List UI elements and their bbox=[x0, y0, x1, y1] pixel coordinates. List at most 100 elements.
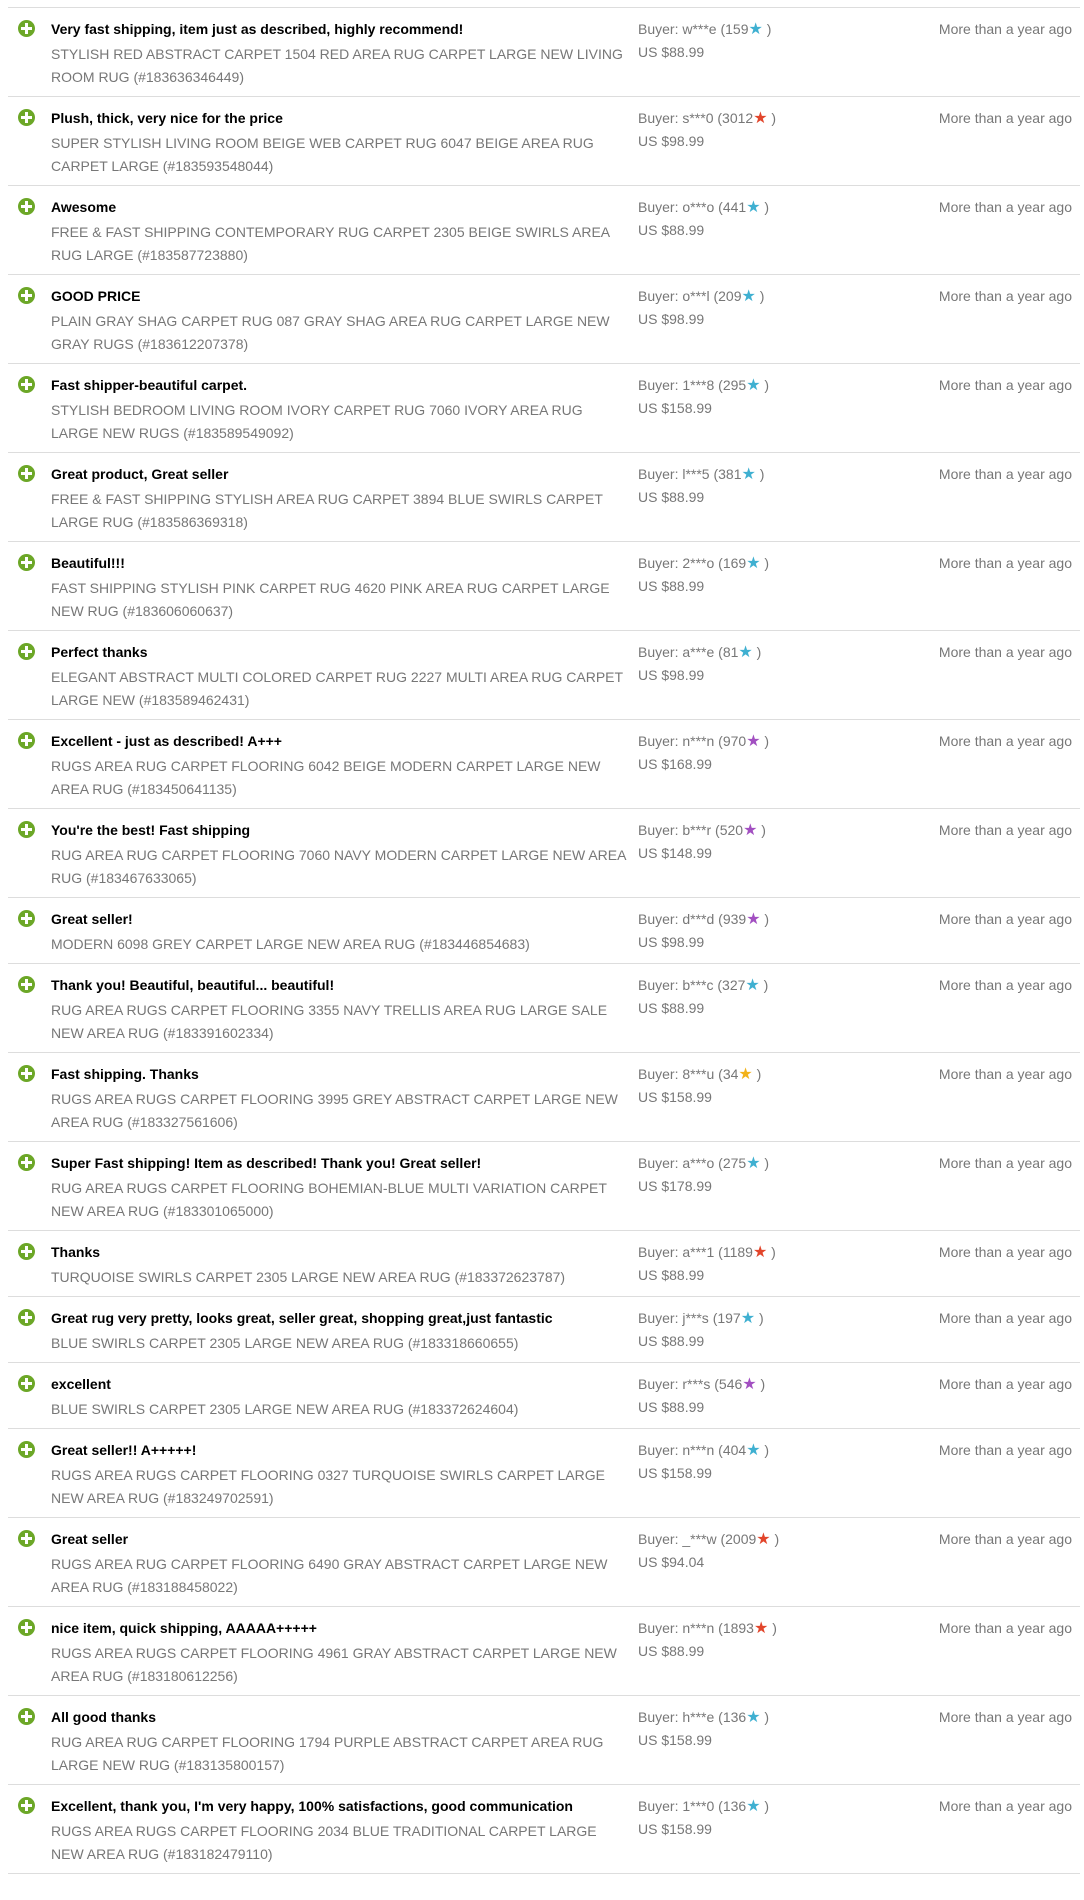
buyer-info[interactable]: Buyer: l***5 (381★ ) bbox=[638, 465, 764, 483]
buyer-close-paren: ) bbox=[761, 822, 766, 838]
buyer-name[interactable]: Buyer: j***s (197 bbox=[638, 1310, 741, 1326]
buyer-name[interactable]: Buyer: b***c (327 bbox=[638, 977, 745, 993]
buyer-name[interactable]: Buyer: a***e (81 bbox=[638, 644, 738, 660]
feedback-comment: excellent bbox=[51, 1376, 111, 1392]
item-title-link[interactable]: RUGS AREA RUGS CARPET FLOORING 3995 GREY… bbox=[51, 1088, 631, 1134]
buyer-close-paren: ) bbox=[759, 288, 765, 304]
buyer-name[interactable]: Buyer: 1***0 (136 bbox=[638, 1798, 746, 1814]
buyer-name[interactable]: Buyer: l***5 (381 bbox=[638, 466, 742, 482]
item-title-link[interactable]: RUGS AREA RUGS CARPET FLOORING 0327 TURQ… bbox=[51, 1464, 631, 1510]
buyer-name[interactable]: Buyer: _***w (2009 bbox=[638, 1531, 756, 1547]
buyer-info[interactable]: Buyer: b***c (327★ ) bbox=[638, 976, 768, 994]
buyer-name[interactable]: Buyer: d***d (939 bbox=[638, 911, 746, 927]
item-title-link[interactable]: RUGS AREA RUG CARPET FLOORING 6042 BEIGE… bbox=[51, 755, 631, 801]
buyer-info[interactable]: Buyer: 1***0 (136★ ) bbox=[638, 1797, 769, 1815]
buyer-close-paren: ) bbox=[764, 377, 770, 393]
star-icon: ★ bbox=[746, 555, 761, 572]
item-title-link[interactable]: RUG AREA RUG CARPET FLOORING 1794 PURPLE… bbox=[51, 1731, 631, 1777]
buyer-name[interactable]: Buyer: w***e (159 bbox=[638, 21, 749, 37]
buyer-info[interactable]: Buyer: w***e (159★ ) bbox=[638, 20, 771, 38]
buyer-info[interactable]: Buyer: 8***u (34★ ) bbox=[638, 1065, 761, 1083]
buyer-name[interactable]: Buyer: 8***u (34 bbox=[638, 1066, 738, 1082]
item-title-link[interactable]: RUG AREA RUGS CARPET FLOORING 3355 NAVY … bbox=[51, 999, 631, 1045]
buyer-info[interactable]: Buyer: a***o (275★ ) bbox=[638, 1154, 769, 1172]
positive-feedback-icon bbox=[18, 20, 35, 37]
buyer-info[interactable]: Buyer: r***s (546★ ) bbox=[638, 1375, 765, 1393]
buyer-name[interactable]: Buyer: r***s (546 bbox=[638, 1376, 742, 1392]
buyer-close-paren: ) bbox=[759, 466, 765, 482]
item-price: US $94.04 bbox=[638, 1554, 705, 1570]
buyer-info[interactable]: Buyer: n***n (1893★ ) bbox=[638, 1619, 777, 1637]
item-title-link[interactable]: FREE & FAST SHIPPING CONTEMPORARY RUG CA… bbox=[51, 221, 631, 267]
item-title-link[interactable]: TURQUOISE SWIRLS CARPET 2305 LARGE NEW A… bbox=[51, 1266, 631, 1289]
buyer-info[interactable]: Buyer: d***d (939★ ) bbox=[638, 910, 769, 928]
item-price: US $98.99 bbox=[638, 311, 705, 327]
feedback-time: More than a year ago bbox=[938, 110, 1072, 126]
item-title-link[interactable]: RUGS AREA RUGS CARPET FLOORING 4961 GRAY… bbox=[51, 1642, 631, 1688]
buyer-name[interactable]: Buyer: b***r (520 bbox=[638, 822, 743, 838]
feedback-comment: You're the best! Fast shipping bbox=[51, 822, 251, 838]
buyer-info[interactable]: Buyer: a***e (81★ ) bbox=[638, 643, 761, 661]
item-title-link[interactable]: RUGS AREA RUGS CARPET FLOORING 2034 BLUE… bbox=[51, 1820, 631, 1866]
buyer-close-paren: ) bbox=[764, 555, 770, 571]
buyer-name[interactable]: Buyer: o***l (209 bbox=[638, 288, 742, 304]
buyer-name[interactable]: Buyer: a***1 (1189 bbox=[638, 1244, 753, 1260]
item-title-link[interactable]: RUG AREA RUGS CARPET FLOORING BOHEMIAN-B… bbox=[51, 1177, 631, 1223]
positive-feedback-icon bbox=[18, 1375, 35, 1392]
feedback-time: More than a year ago bbox=[938, 977, 1072, 993]
positive-feedback-icon bbox=[18, 1441, 35, 1458]
buyer-name[interactable]: Buyer: s***0 (3012 bbox=[638, 110, 753, 126]
buyer-info[interactable]: Buyer: _***w (2009★ ) bbox=[638, 1530, 779, 1548]
star-icon: ★ bbox=[738, 1066, 753, 1083]
item-title-link[interactable]: SUPER STYLISH LIVING ROOM BEIGE WEB CARP… bbox=[51, 132, 631, 178]
buyer-info[interactable]: Buyer: s***0 (3012★ ) bbox=[638, 109, 776, 127]
item-title-link[interactable]: ELEGANT ABSTRACT MULTI COLORED CARPET RU… bbox=[51, 666, 631, 712]
buyer-name[interactable]: Buyer: 1***8 (295 bbox=[638, 377, 746, 393]
feedback-comment: Fast shipping. Thanks bbox=[51, 1066, 199, 1082]
buyer-name[interactable]: Buyer: n***n (404 bbox=[638, 1442, 746, 1458]
feedback-comment: Great seller bbox=[51, 1531, 129, 1547]
buyer-info[interactable]: Buyer: h***e (136★ ) bbox=[638, 1708, 769, 1726]
feedback-comment: Great rug very pretty, looks great, sell… bbox=[51, 1310, 553, 1326]
star-icon: ★ bbox=[748, 21, 763, 38]
item-title-link[interactable]: STYLISH BEDROOM LIVING ROOM IVORY CARPET… bbox=[51, 399, 631, 445]
positive-feedback-icon bbox=[18, 554, 35, 571]
buyer-name[interactable]: Buyer: n***n (970 bbox=[638, 733, 746, 749]
star-icon: ★ bbox=[753, 110, 768, 127]
buyer-info[interactable]: Buyer: n***n (970★ ) bbox=[638, 732, 769, 750]
feedback-row: excellent BLUE SWIRLS CARPET 2305 LARGE N… bbox=[8, 1363, 1080, 1429]
buyer-name[interactable]: Buyer: n***n (1893 bbox=[638, 1620, 754, 1636]
item-title-link[interactable]: FAST SHIPPING STYLISH PINK CARPET RUG 46… bbox=[51, 577, 631, 623]
positive-feedback-icon bbox=[18, 1154, 35, 1171]
feedback-row: Great product, Great seller FREE & FAST S… bbox=[8, 453, 1080, 542]
item-price: US $158.99 bbox=[638, 1089, 712, 1105]
feedback-time: More than a year ago bbox=[938, 1531, 1072, 1547]
item-title-link[interactable]: PLAIN GRAY SHAG CARPET RUG 087 GRAY SHAG… bbox=[51, 310, 631, 356]
star-icon: ★ bbox=[746, 911, 761, 928]
buyer-info[interactable]: Buyer: j***s (197★ ) bbox=[638, 1309, 764, 1327]
item-title-link[interactable]: BLUE SWIRLS CARPET 2305 LARGE NEW AREA R… bbox=[51, 1398, 631, 1421]
item-title-link[interactable]: MODERN 6098 GREY CARPET LARGE NEW AREA R… bbox=[51, 933, 631, 956]
buyer-info[interactable]: Buyer: o***l (209★ ) bbox=[638, 287, 764, 305]
buyer-name[interactable]: Buyer: h***e (136 bbox=[638, 1709, 746, 1725]
buyer-close-paren: ) bbox=[764, 199, 770, 215]
buyer-info[interactable]: Buyer: a***1 (1189★ ) bbox=[638, 1243, 776, 1261]
positive-feedback-icon bbox=[18, 198, 35, 215]
buyer-info[interactable]: Buyer: o***o (441★ ) bbox=[638, 198, 769, 216]
item-title-link[interactable]: RUG AREA RUG CARPET FLOORING 7060 NAVY M… bbox=[51, 844, 631, 890]
buyer-name[interactable]: Buyer: a***o (275 bbox=[638, 1155, 746, 1171]
item-title-link[interactable]: FREE & FAST SHIPPING STYLISH AREA RUG CA… bbox=[51, 488, 631, 534]
item-title-link[interactable]: BLUE SWIRLS CARPET 2305 LARGE NEW AREA R… bbox=[51, 1332, 631, 1355]
item-title-link[interactable]: RUGS AREA RUG CARPET FLOORING 6490 GRAY … bbox=[51, 1553, 631, 1599]
buyer-info[interactable]: Buyer: n***n (404★ ) bbox=[638, 1441, 769, 1459]
buyer-close-paren: ) bbox=[771, 110, 777, 126]
buyer-name[interactable]: Buyer: o***o (441 bbox=[638, 199, 746, 215]
buyer-info[interactable]: Buyer: b***r (520★ ) bbox=[638, 821, 766, 839]
buyer-name[interactable]: Buyer: 2***o (169 bbox=[638, 555, 746, 571]
positive-feedback-icon bbox=[18, 732, 35, 749]
feedback-comment: Excellent, thank you, I'm very happy, 10… bbox=[51, 1798, 573, 1814]
item-title-link[interactable]: STYLISH RED ABSTRACT CARPET 1504 RED ARE… bbox=[51, 43, 631, 89]
positive-feedback-icon bbox=[18, 1065, 35, 1082]
buyer-info[interactable]: Buyer: 2***o (169★ ) bbox=[638, 554, 769, 572]
buyer-info[interactable]: Buyer: 1***8 (295★ ) bbox=[638, 376, 769, 394]
